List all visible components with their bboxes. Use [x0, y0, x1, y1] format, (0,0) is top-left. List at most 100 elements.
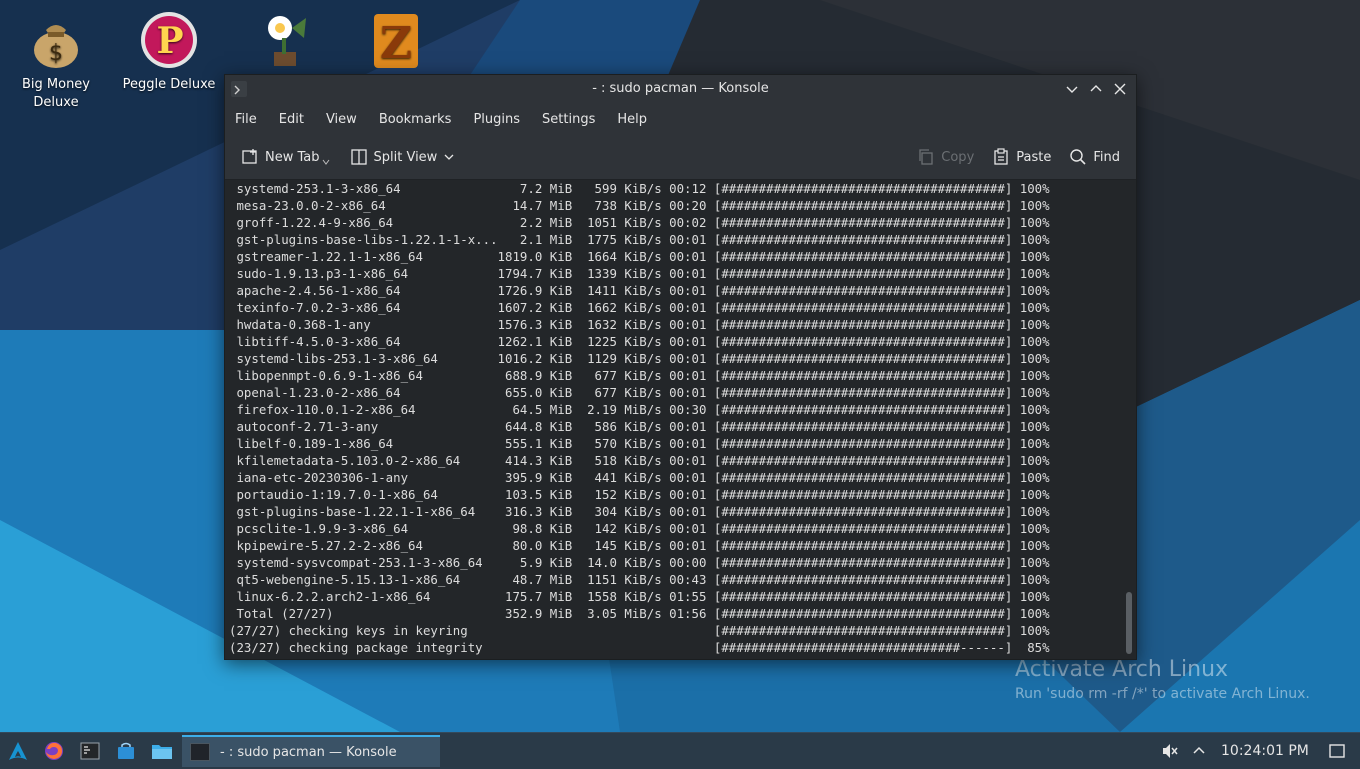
minimize-button[interactable]	[1060, 75, 1084, 103]
new-tab-label: New Tab	[265, 149, 320, 165]
close-icon	[1114, 83, 1126, 95]
terminal-line: qt5-webengine-5.15.13-1-x86_64 48.7 MiB …	[229, 572, 1050, 587]
terminal-line: texinfo-7.0.2-3-x86_64 1607.2 KiB 1662 K…	[229, 300, 1050, 315]
volume-muted-icon	[1163, 744, 1178, 758]
system-tray-expander[interactable]	[1187, 739, 1211, 763]
toolbar: New Tab Split View Copy Paste Find	[225, 135, 1136, 180]
firefox-icon	[45, 742, 63, 760]
terminal-output[interactable]: systemd-253.1-3-x86_64 7.2 MiB 599 KiB/s…	[225, 180, 1123, 659]
desktop-icon-peggle[interactable]: P Peggle Deluxe	[115, 8, 223, 94]
terminal-line: gstreamer-1.22.1-1-x86_64 1819.0 KiB 166…	[229, 249, 1050, 264]
chevron-down-icon	[1066, 86, 1078, 93]
menu-view[interactable]: View	[326, 112, 357, 127]
terminal-lines: systemd-253.1-3-x86_64 7.2 MiB 599 KiB/s…	[225, 180, 1123, 656]
menu-plugins[interactable]: Plugins	[473, 112, 520, 127]
svg-text:$: $	[49, 41, 63, 66]
taskbar-task-konsole[interactable]: - : sudo pacman — Konsole	[182, 735, 440, 767]
copy-label: Copy	[941, 149, 975, 165]
application-launcher[interactable]	[6, 739, 30, 763]
terminal-scrollbar[interactable]	[1123, 180, 1136, 659]
konsole-window: - : sudo pacman — Konsole File Edit View…	[224, 74, 1137, 660]
new-tab-icon	[242, 149, 257, 164]
terminal-line: Total (27/27) 352.9 MiB 3.05 MiB/s 01:56…	[229, 606, 1050, 621]
desktop-icon-plants[interactable]	[230, 8, 338, 76]
find-button[interactable]: Find	[1069, 142, 1120, 172]
terminal-launcher[interactable]	[78, 739, 102, 763]
taskbar-clock[interactable]: 10:24:01 PM	[1221, 733, 1309, 769]
find-label: Find	[1093, 149, 1120, 165]
terminal-line: iana-etc-20230306-1-any 395.9 KiB 441 Ki…	[229, 470, 1050, 485]
terminal-line: pcsclite-1.9.9-3-x86_64 98.8 KiB 142 KiB…	[229, 521, 1050, 536]
peggle-icon: P	[141, 12, 197, 68]
desktop-icon-zuma[interactable]: Z	[342, 8, 450, 76]
desktop-icon-label: Big Money	[21, 77, 90, 92]
split-view-label: Split View	[373, 149, 438, 165]
terminal-line: kfilemetadata-5.103.0-2-x86_64 414.3 KiB…	[229, 453, 1050, 468]
watermark-subtitle: Run 'sudo rm -rf /*' to activate Arch Li…	[1015, 686, 1310, 702]
terminal-line: systemd-libs-253.1-3-x86_64 1016.2 KiB 1…	[229, 351, 1050, 366]
terminal-line: libtiff-4.5.0-3-x86_64 1262.1 KiB 1225 K…	[229, 334, 1050, 349]
close-button[interactable]	[1108, 75, 1132, 103]
copy-button[interactable]: Copy	[917, 142, 974, 172]
taskbar-task-label: - : sudo pacman — Konsole	[220, 744, 397, 760]
plants-vs-zombies-icon	[268, 16, 306, 66]
terminal-line: firefox-110.0.1-2-x86_64 64.5 MiB 2.19 M…	[229, 402, 1050, 417]
window-titlebar[interactable]: - : sudo pacman — Konsole	[225, 75, 1136, 103]
copy-icon	[919, 149, 933, 165]
terminal-line: sudo-1.9.13.p3-1-x86_64 1794.7 KiB 1339 …	[229, 266, 1050, 281]
desktop-icon-label: Peggle Deluxe	[122, 77, 216, 92]
scrollbar-thumb[interactable]	[1126, 592, 1132, 654]
dropdown-arrow-icon	[322, 159, 329, 165]
zuma-icon: Z	[374, 14, 418, 69]
desktop-icon-big-money[interactable]: $ Big Money Deluxe	[2, 8, 110, 112]
desktop-icon-label-line2: Deluxe	[33, 95, 79, 110]
arch-menu-icon	[9, 742, 27, 760]
terminal-line: mesa-23.0.0-2-x86_64 14.7 MiB 738 KiB/s …	[229, 198, 1050, 213]
konsole-task-icon	[190, 743, 210, 761]
watermark-title: Activate Arch Linux	[1015, 657, 1229, 682]
maximize-button[interactable]	[1084, 75, 1108, 103]
paste-button[interactable]: Paste	[992, 142, 1051, 172]
activation-watermark: Activate Arch Linux Run 'sudo rm -rf /*'…	[1015, 656, 1310, 704]
search-icon	[1070, 149, 1086, 165]
terminal-line: openal-1.23.0-2-x86_64 655.0 KiB 677 KiB…	[229, 385, 1050, 400]
split-view-button[interactable]: Split View	[350, 142, 462, 172]
svg-text:Z: Z	[380, 18, 412, 69]
terminal-line: gst-plugins-base-libs-1.22.1-1-x... 2.1 …	[229, 232, 1050, 247]
menu-bookmarks[interactable]: Bookmarks	[379, 112, 452, 127]
taskbar: - : sudo pacman — Konsole 10:24:01 PM	[0, 732, 1360, 769]
menu-edit[interactable]: Edit	[279, 112, 304, 127]
terminal-line: systemd-sysvcompat-253.1-3-x86_64 5.9 Ki…	[229, 555, 1050, 570]
terminal-line: gst-plugins-base-1.22.1-1-x86_64 316.3 K…	[229, 504, 1050, 519]
new-tab-button[interactable]: New Tab	[241, 142, 336, 172]
terminal-line: systemd-253.1-3-x86_64 7.2 MiB 599 KiB/s…	[229, 181, 1050, 196]
terminal-line: portaudio-1:19.7.0-1-x86_64 103.5 KiB 15…	[229, 487, 1050, 502]
chevron-down-icon	[444, 154, 454, 160]
folder-icon	[152, 745, 172, 759]
menu-settings[interactable]: Settings	[542, 112, 595, 127]
terminal-line: libelf-0.189-1-x86_64 555.1 KiB 570 KiB/…	[229, 436, 1050, 451]
terminal-line: autoconf-2.71-3-any 644.8 KiB 586 KiB/s …	[229, 419, 1050, 434]
volume-control[interactable]	[1158, 739, 1182, 763]
paste-label: Paste	[1016, 149, 1052, 165]
terminal-line: groff-1.22.4-9-x86_64 2.2 MiB 1051 KiB/s…	[229, 215, 1050, 230]
terminal-line: apache-2.4.56-1-x86_64 1726.9 KiB 1411 K…	[229, 283, 1050, 298]
terminal-line: (23/27) checking package integrity [####…	[229, 640, 1050, 655]
menu-help[interactable]: Help	[617, 112, 647, 127]
window-title: - : sudo pacman — Konsole	[592, 81, 769, 96]
terminal-line: (27/27) checking keys in keyring [######…	[229, 623, 1050, 638]
konsole-app-icon[interactable]	[231, 81, 247, 97]
terminal-icon	[80, 742, 100, 760]
chevron-up-icon	[1193, 746, 1205, 754]
terminal-line: linux-6.2.2.arch2-1-x86_64 175.7 MiB 155…	[229, 589, 1050, 604]
store-icon	[118, 742, 134, 759]
firefox-launcher[interactable]	[42, 739, 66, 763]
terminal-line: kpipewire-5.27.2-2-x86_64 80.0 KiB 145 K…	[229, 538, 1050, 553]
files-launcher[interactable]	[150, 739, 174, 763]
show-desktop-button[interactable]	[1325, 739, 1349, 763]
terminal-line: libopenmpt-0.6.9-1-x86_64 688.9 KiB 677 …	[229, 368, 1050, 383]
menu-bar: File Edit View Bookmarks Plugins Setting…	[225, 103, 1136, 135]
store-launcher[interactable]	[114, 739, 138, 763]
money-bag-icon: $	[34, 25, 78, 68]
menu-file[interactable]: File	[235, 112, 257, 127]
